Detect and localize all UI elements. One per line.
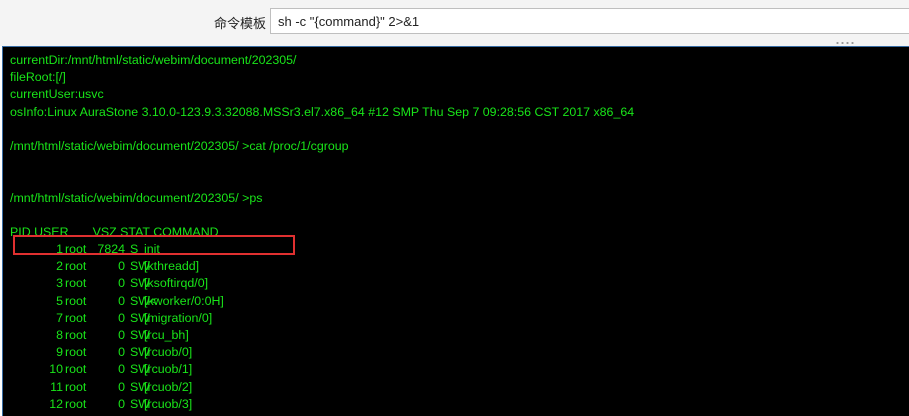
- user-cell: root: [65, 396, 87, 411]
- command-cell: [rcuob/1]: [144, 362, 193, 377]
- process-row: 3 root 0 SW [ksoftirqd/0]: [10, 275, 909, 292]
- user-cell: root: [65, 328, 87, 342]
- vsz-cell: 0: [118, 345, 125, 360]
- console-line: /mnt/html/static/webim/document/202305/ …: [10, 190, 263, 205]
- vsz-cell: 7824: [97, 242, 125, 257]
- process-row: 9 root 0 SW [rcuob/0]: [10, 344, 909, 361]
- process-table: 1 root 7824 Sinit 2 root 0 SW [kthreadd] 3 root 0 SW…: [10, 241, 909, 416]
- command-cell: [migration/0]: [144, 310, 213, 325]
- pid-cell: 12: [49, 396, 63, 411]
- console-line: fileRoot:[/]: [10, 70, 66, 85]
- user-cell: root: [65, 293, 87, 308]
- user-cell: root: [65, 242, 87, 257]
- pid-cell: 1: [56, 242, 63, 257]
- console-line: currentUser:usvc: [10, 87, 104, 102]
- pid-cell: 8: [56, 328, 63, 342]
- command-template-label: 命令模板: [214, 17, 267, 32]
- process-row: 11 root 0 SW [rcuob/2]: [10, 379, 909, 396]
- user-cell: root: [65, 379, 87, 394]
- process-row: 12 root 0 SW [rcuob/3]: [10, 396, 909, 413]
- vsz-cell: 0: [118, 379, 125, 394]
- command-cell: [rcuob/3]: [144, 396, 193, 411]
- process-row: 2 root 0 SW [kthreadd]: [10, 258, 909, 275]
- pid-cell: 11: [50, 379, 63, 394]
- vsz-cell: 0: [118, 396, 125, 411]
- process-row: 7 root 0 SW [migration/0]: [10, 310, 909, 327]
- terminal-window: 命令模板 currentDir:/mnt/html/static/webim/d…: [0, 0, 909, 416]
- stat-cell: S: [130, 242, 139, 257]
- pid-cell: 3: [56, 276, 63, 291]
- pid-cell: 9: [56, 345, 63, 360]
- command-cell: [kworker/0:0H]: [144, 293, 224, 308]
- process-row: 1 root 7824 Sinit: [10, 241, 909, 258]
- vsz-cell: 0: [118, 362, 125, 377]
- vsz-cell: 0: [118, 293, 125, 308]
- command-cell: [rcuob/0]: [144, 345, 193, 360]
- console-line: /mnt/html/static/webim/document/202305/ …: [10, 138, 349, 153]
- vsz-cell: 0: [118, 310, 125, 325]
- user-cell: root: [65, 259, 87, 274]
- command-cell: init: [144, 242, 160, 257]
- process-row: 8 root 0 SW [rcu_bh]: [10, 327, 909, 344]
- console-lines: currentDir:/mnt/html/static/webim/docume…: [10, 52, 909, 241]
- console-line: osInfo:Linux AuraStone 3.10.0-123.9.3.32…: [10, 104, 635, 119]
- user-cell: root: [65, 310, 87, 325]
- vsz-cell: 0: [118, 276, 125, 291]
- vsz-cell: 0: [118, 259, 125, 274]
- splitter-grip-icon[interactable]: [835, 41, 855, 45]
- process-row: 10 root 0 SW [rcuob/1]: [10, 361, 909, 378]
- command-cell: [rcu_bh]: [144, 328, 189, 342]
- user-cell: root: [65, 345, 87, 360]
- command-cell: [kthreadd]: [144, 259, 200, 274]
- pid-cell: 7: [56, 310, 63, 325]
- pid-cell: 10: [49, 362, 63, 377]
- command-cell: [rcuob/2]: [144, 379, 193, 394]
- command-template-input[interactable]: [270, 8, 909, 34]
- console-line: PID USER VSZ STAT COMMAND: [10, 224, 219, 239]
- vsz-cell: 0: [118, 328, 125, 342]
- pid-cell: 2: [56, 259, 63, 274]
- console-output[interactable]: currentDir:/mnt/html/static/webim/docume…: [2, 46, 909, 416]
- user-cell: root: [65, 362, 87, 377]
- process-row: 5 root 0 SW< [kworker/0:0H]: [10, 293, 909, 310]
- console-line: currentDir:/mnt/html/static/webim/docume…: [10, 53, 297, 67]
- pane-splitter[interactable]: [0, 38, 909, 46]
- command-cell: [ksoftirqd/0]: [144, 276, 209, 291]
- user-cell: root: [65, 276, 87, 291]
- pid-cell: 5: [56, 293, 63, 308]
